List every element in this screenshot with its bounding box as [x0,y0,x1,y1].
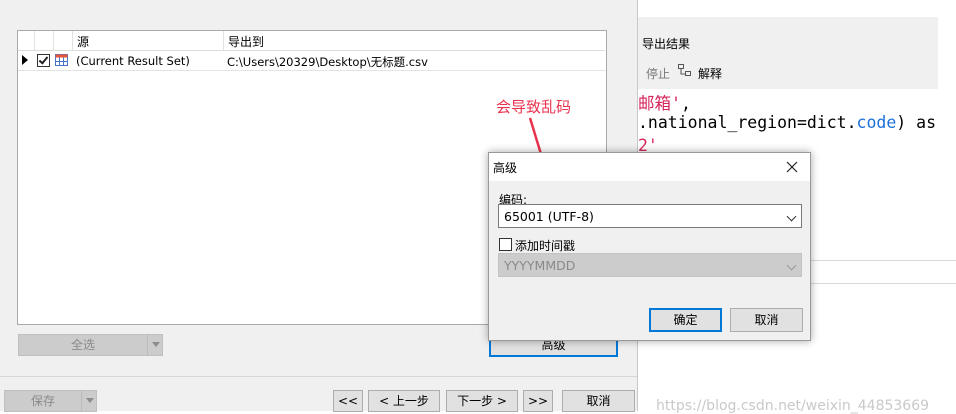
stop-button[interactable]: 停止 [646,65,670,82]
row-pointer-icon [22,55,28,65]
close-icon[interactable] [785,160,799,174]
table-grid-icon [55,54,68,66]
previous-step-button[interactable]: < 上一步 [368,390,440,412]
row-path: C:\Users\20329\Desktop\无标题.csv [227,55,428,69]
grid-header-source[interactable]: 源 [73,31,224,51]
chevron-down-icon [81,391,98,411]
next-step-button[interactable]: 下一步 > [446,390,518,412]
dialog-title: 高级 [493,161,518,175]
row-source: (Current Result Set) [76,54,190,68]
encoding-select[interactable]: 65001 (UTF-8) [498,204,802,228]
grid-header-check [35,31,54,51]
divider [808,260,956,261]
code-line-1: 邮箱', [638,94,691,113]
dialog-cancel-button[interactable]: 取消 [730,308,803,332]
save-button[interactable]: 保存 [4,390,97,412]
grid-header-icon [54,31,73,51]
dialog-title-bar[interactable]: 高级 [489,153,810,181]
annotation-label: 会导致乱码 [496,98,572,116]
last-page-button[interactable]: >> [523,390,553,412]
advanced-dialog: 高级 编码: 65001 (UTF-8) 添加时间戳 YYYYMMDD 确定 取… [488,152,811,341]
watermark: https://blog.csdn.net/weixin_44853669 [656,398,930,414]
timestamp-checkbox[interactable] [499,238,512,251]
toolbar-title: 导出结果 [642,37,691,51]
timestamp-format-select[interactable]: YYYYMMDD [498,253,802,277]
table-row[interactable]: (Current Result Set) C:\Users\20329\Desk… [18,51,606,71]
explain-icon [678,64,692,77]
select-all-button[interactable]: 全选 [18,334,163,356]
ok-button[interactable]: 确定 [649,308,722,332]
code-line-2: .national_region=dict.code) as [638,113,937,132]
grid-header-indicator [18,31,35,51]
result-toolbar: 导出结果 停止 解释 [638,17,938,89]
first-page-button[interactable]: << [333,390,363,412]
chevron-down-icon [786,211,797,222]
row-checkbox[interactable] [37,54,50,67]
cancel-button[interactable]: 取消 [562,390,635,412]
timestamp-label: 添加时间戳 [515,239,576,253]
chevron-down-icon [786,260,797,271]
explain-button[interactable]: 解释 [698,65,722,82]
chevron-down-icon [147,335,164,355]
grid-header-export-to[interactable]: 导出到 [224,31,605,51]
divider [0,376,638,377]
divider [808,283,956,284]
